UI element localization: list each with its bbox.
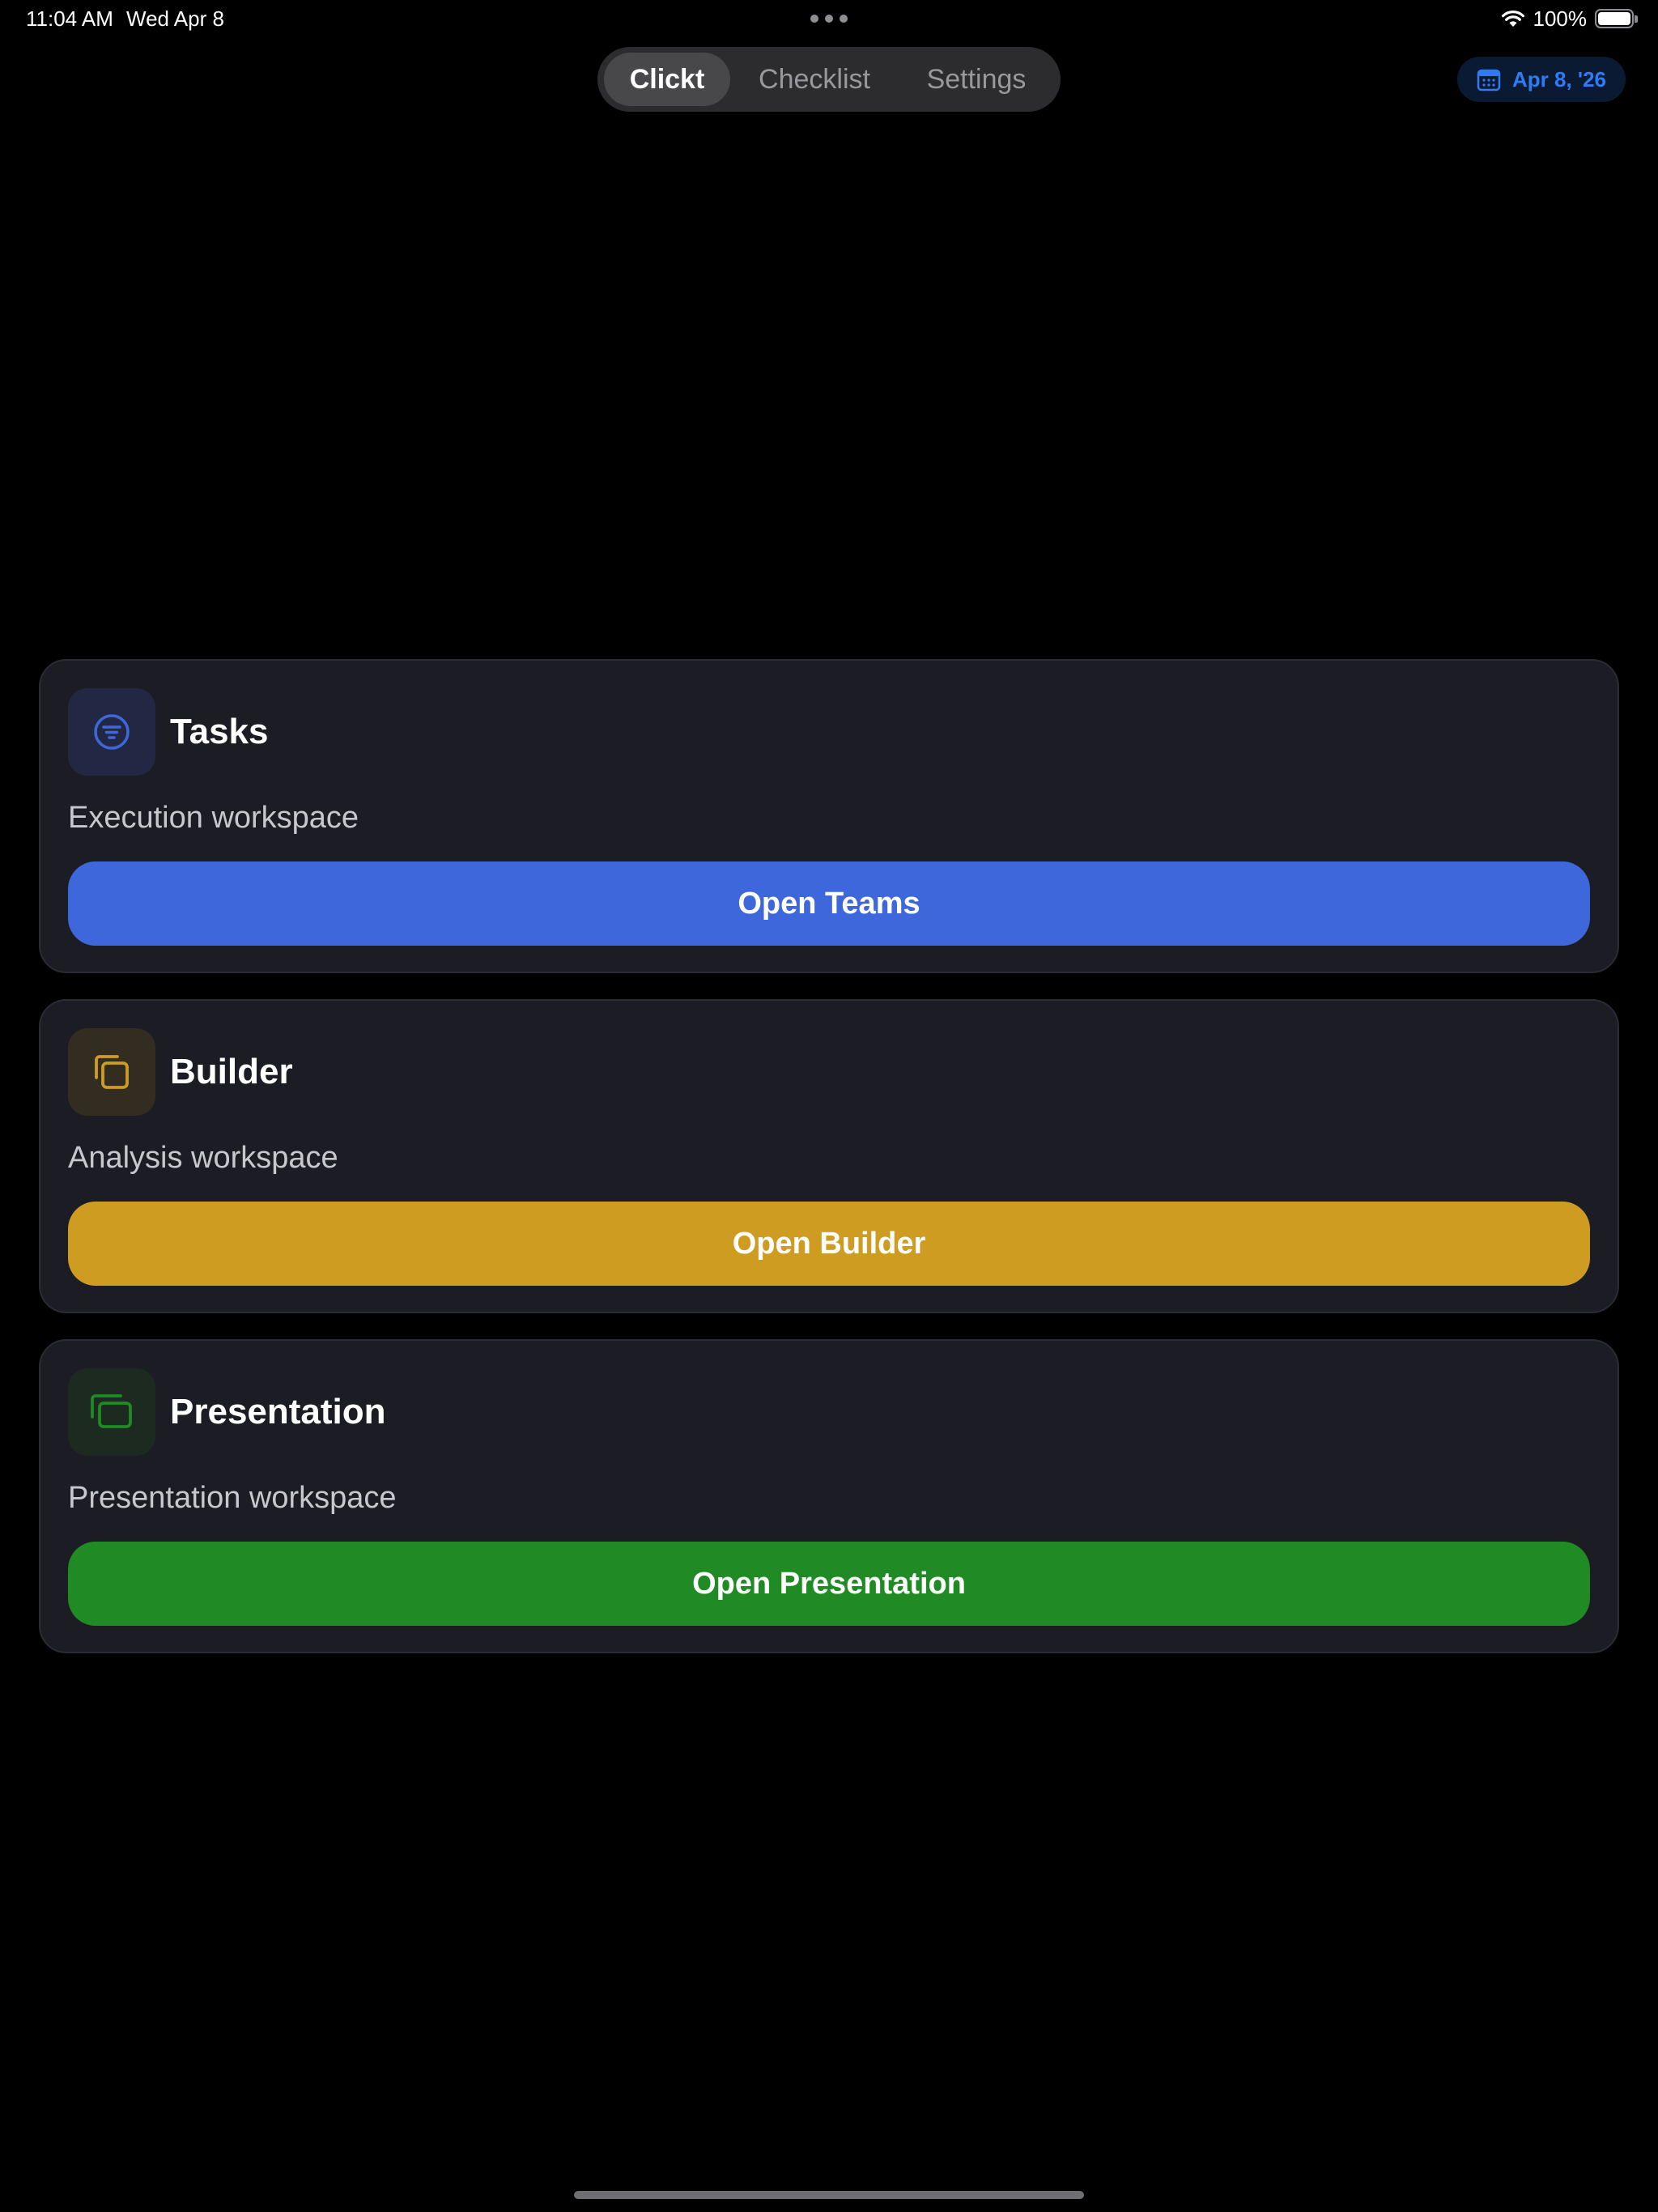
filter-list-icon: [94, 714, 130, 750]
status-date: Wed Apr 8: [126, 6, 224, 31]
card-subtitle: Execution workspace: [68, 801, 359, 835]
open-presentation-button[interactable]: Open Presentation: [68, 1542, 1590, 1626]
status-indicators: 100%: [1501, 5, 1638, 32]
calendar-icon: [1477, 69, 1501, 91]
card-subtitle: Presentation workspace: [68, 1481, 397, 1515]
builder-card: Builder Analysis workspace Open Builder: [39, 999, 1619, 1313]
battery-icon: [1595, 9, 1638, 28]
status-time: 11:04 AM: [26, 6, 113, 31]
multitasking-dots-icon[interactable]: [810, 15, 848, 23]
tasks-icon-tile: [68, 688, 155, 776]
status-bar: 11:04 AM Wed Apr 8 100%: [0, 0, 1658, 39]
date-picker-button[interactable]: Apr 8, '26: [1457, 57, 1626, 102]
card-title: Builder: [170, 1052, 293, 1091]
tab-clickt[interactable]: Clickt: [604, 53, 730, 106]
builder-icon-tile: [68, 1028, 155, 1116]
wifi-icon: [1501, 11, 1524, 27]
tasks-card: Tasks Execution workspace Open Teams: [39, 659, 1619, 973]
stacked-squares-icon: [95, 1055, 129, 1089]
stacked-rectangles-icon: [91, 1394, 132, 1428]
presentation-card: Presentation Presentation workspace Open…: [39, 1339, 1619, 1653]
presentation-icon-tile: [68, 1368, 155, 1456]
battery-percentage: 100%: [1533, 6, 1588, 31]
card-title: Tasks: [170, 712, 269, 751]
open-builder-button[interactable]: Open Builder: [68, 1202, 1590, 1286]
card-subtitle: Analysis workspace: [68, 1141, 338, 1175]
date-button-label: Apr 8, '26: [1511, 66, 1606, 91]
home-indicator[interactable]: [574, 2191, 1084, 2199]
tab-bar: Clickt Checklist Settings: [597, 47, 1061, 112]
card-title: Presentation: [170, 1392, 386, 1431]
open-teams-button[interactable]: Open Teams: [68, 861, 1590, 946]
tab-checklist[interactable]: Checklist: [730, 53, 899, 106]
tab-settings[interactable]: Settings: [899, 53, 1054, 106]
